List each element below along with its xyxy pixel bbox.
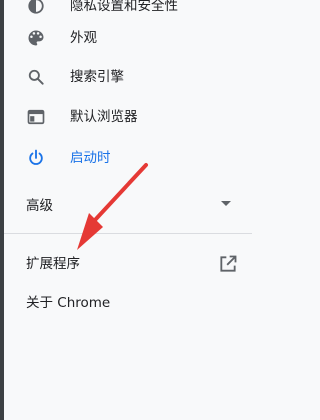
sidebar-item-default-browser[interactable]: 默认浏览器	[4, 97, 286, 137]
advanced-section-toggle[interactable]: 高级	[4, 191, 264, 221]
extensions-label: 扩展程序	[26, 256, 80, 272]
sidebar-item-search-engine[interactable]: 搜索引擎	[4, 57, 286, 97]
sidebar-item-label: 启动时	[70, 150, 111, 166]
power-icon	[26, 148, 46, 168]
advanced-label: 高级	[26, 198, 53, 214]
about-chrome-link[interactable]: 关于 Chrome	[4, 288, 264, 318]
palette-icon	[26, 28, 46, 48]
divider	[4, 233, 252, 234]
browser-window-icon	[26, 107, 46, 127]
open-in-new-icon	[218, 254, 238, 274]
sidebar-item-label: 外观	[70, 30, 97, 46]
sidebar-item-label: 搜索引擎	[70, 69, 124, 85]
sidebar-item-appearance[interactable]: 外观	[4, 18, 286, 58]
sidebar-item-label: 隐私设置和安全性	[70, 0, 178, 14]
search-icon	[26, 67, 46, 87]
sidebar-item-label: 默认浏览器	[70, 109, 138, 125]
privacy-shield-icon	[26, 0, 46, 16]
about-chrome-label: 关于 Chrome	[26, 295, 111, 311]
caret-down-icon	[221, 201, 231, 206]
extensions-link[interactable]: 扩展程序	[4, 249, 264, 279]
sidebar-item-on-startup[interactable]: 启动时	[4, 138, 286, 178]
